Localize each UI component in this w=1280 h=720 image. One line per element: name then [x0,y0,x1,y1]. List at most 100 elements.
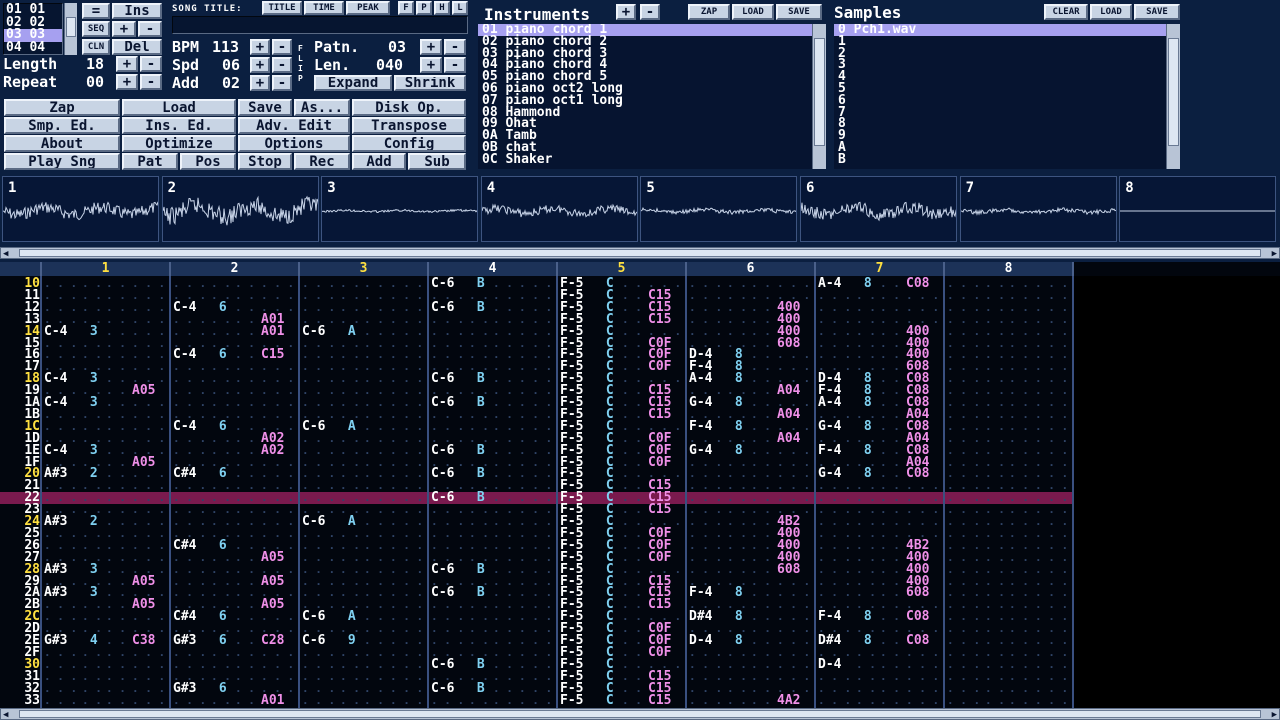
speed-plus-button[interactable]: + [250,57,270,73]
peak-button[interactable]: PEAK [346,1,390,15]
order-cln-button[interactable]: CLN [82,39,110,55]
effect-cell: . . . [1035,550,1069,564]
flip-label[interactable]: FLIP [298,44,306,84]
time-button[interactable]: TIME [304,1,344,15]
sample-item[interactable]: 8 [834,117,1166,130]
sample-item[interactable]: 3 [834,59,1166,72]
order-row[interactable]: 04 04 [4,41,62,55]
about-button[interactable]: About [4,135,120,152]
optimize-button[interactable]: Optimize [122,135,236,152]
sample-list-scrollbar[interactable] [1166,24,1180,169]
channel-header-8[interactable]: 8 [945,262,1074,276]
samples-clear-button[interactable]: CLEAR [1044,4,1088,20]
flag-p-button[interactable]: P [416,1,432,15]
instrument-cell: . . [985,324,1005,338]
title-button[interactable]: TITLE [262,1,302,15]
bpm-plus-button[interactable]: + [250,39,270,55]
add-minus-button[interactable]: - [272,75,292,91]
config-button[interactable]: Config [352,135,466,152]
channel-header-7[interactable]: 7 [816,262,945,276]
as-button[interactable]: As... [294,99,350,116]
channel-header-6[interactable]: 6 [687,262,816,276]
repeat-minus-button[interactable]: - [140,74,162,90]
channel-header-4[interactable]: 4 [429,262,558,276]
save-button[interactable]: Save [238,99,292,116]
order-plus-button[interactable]: + [112,21,136,37]
sample-list[interactable]: 0 Pch1.wav 1 2 3 4 5 6 7 8 9 A B [834,24,1166,169]
pattern-plus-button[interactable]: + [420,39,442,55]
pattern-minus-button[interactable]: - [444,39,466,55]
order-minus-button[interactable]: - [138,21,162,37]
load-button[interactable]: Load [122,99,236,116]
instruments-minus-button[interactable]: - [640,4,660,20]
order-eq-button[interactable]: = [82,3,110,19]
sample-item[interactable]: 9 [834,129,1166,142]
sample-item[interactable]: 0 Pch1.wav [834,24,1166,36]
pattern-horizontal-scrollbar-top[interactable]: ◀ ▶ [0,247,1280,259]
disk-op-button[interactable]: Disk Op. [352,99,466,116]
pattern-length-minus-button[interactable]: - [444,57,466,73]
pat-button[interactable]: Pat [122,153,178,170]
add-button[interactable]: Add [352,153,406,170]
sample-item[interactable]: 7 [834,106,1166,119]
instrument-list[interactable]: 01 piano chord 1 02 piano chord 2 03 piano… [478,24,812,169]
play-sng-button[interactable]: Play Sng [4,153,120,170]
adv-edit-button[interactable]: Adv. Edit [238,117,350,134]
order-list[interactable]: 01 01 02 02 03 03 04 04 [3,3,63,55]
instrument-cell: . . [727,550,747,564]
sample-item[interactable]: 1 [834,35,1166,48]
scroll-right-arrow-icon[interactable]: ▶ [1272,710,1277,720]
flag-l-button[interactable]: L [452,1,468,15]
order-delete-button[interactable]: Del [112,39,162,55]
add-value: 02 [222,74,241,92]
zap-button[interactable]: Zap [4,99,120,116]
instrument-item[interactable]: 0C Shaker [478,153,812,166]
length-plus-button[interactable]: + [116,56,138,72]
sample-item[interactable]: 5 [834,82,1166,95]
instruments-plus-button[interactable]: + [616,4,636,20]
smp-ed-button[interactable]: Smp. Ed. [4,117,120,134]
add-plus-button[interactable]: + [250,75,270,91]
volume-cell: . . [106,431,126,445]
pattern-horizontal-scrollbar-bottom[interactable]: ◀ ▶ [0,708,1280,720]
transpose-button[interactable]: Transpose [352,117,466,134]
sample-item[interactable]: 6 [834,94,1166,107]
instruments-zap-button[interactable]: ZAP [688,4,730,20]
pattern-length-plus-button[interactable]: + [420,57,442,73]
length-minus-button[interactable]: - [140,56,162,72]
repeat-plus-button[interactable]: + [116,74,138,90]
channel-header-3[interactable]: 3 [300,262,429,276]
ins-ed-button[interactable]: Ins. Ed. [122,117,236,134]
order-list-scrollbar[interactable] [64,3,77,55]
options-button[interactable]: Options [238,135,350,152]
stop-button[interactable]: Stop [238,153,292,170]
order-insert-button[interactable]: Ins [112,3,162,19]
order-seq-button[interactable]: SEQ [82,21,110,37]
pattern-editor[interactable]: 10. . .. .. .. . .. . .. .. .. . .. . ..… [0,262,1280,708]
instruments-load-button[interactable]: LOAD [732,4,774,20]
pos-button[interactable]: Pos [180,153,236,170]
song-title-field[interactable] [172,16,468,34]
flag-h-button[interactable]: H [434,1,450,15]
rec-button[interactable]: Rec [294,153,350,170]
sub-button[interactable]: Sub [408,153,466,170]
sample-item[interactable]: A [834,141,1166,154]
scroll-left-arrow-icon[interactable]: ◀ [3,710,8,720]
channel-header-1[interactable]: 1 [42,262,171,276]
channel-header-5[interactable]: 5 [558,262,687,276]
expand-button[interactable]: Expand [314,75,392,91]
flag-f-button[interactable]: F [398,1,414,15]
bpm-minus-button[interactable]: - [272,39,292,55]
samples-save-button[interactable]: SAVE [1134,4,1180,20]
instruments-save-button[interactable]: SAVE [776,4,822,20]
speed-minus-button[interactable]: - [272,57,292,73]
shrink-button[interactable]: Shrink [394,75,466,91]
sample-item[interactable]: 4 [834,70,1166,83]
scroll-left-arrow-icon[interactable]: ◀ [3,249,8,259]
scroll-right-arrow-icon[interactable]: ▶ [1272,249,1277,259]
instrument-list-scrollbar[interactable] [812,24,826,169]
channel-header-2[interactable]: 2 [171,262,300,276]
sample-item[interactable]: 2 [834,47,1166,60]
samples-load-button[interactable]: LOAD [1090,4,1132,20]
sample-item[interactable]: B [834,153,1166,166]
